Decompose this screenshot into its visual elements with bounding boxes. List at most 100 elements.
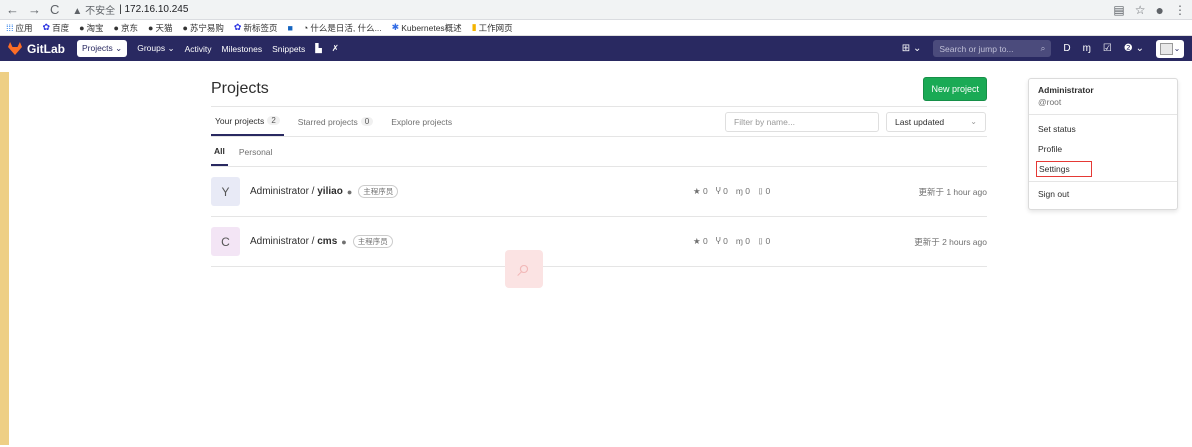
nav-milestones[interactable]: Milestones [221,44,262,54]
stars-count[interactable]: ★ 0 [693,236,708,247]
menu-settings[interactable]: Settings [1036,161,1092,177]
address-bar[interactable]: | 172.16.10.245 [119,4,188,15]
title-row: Projects New project [211,72,987,107]
chevron-down-icon: ⌄ [1173,44,1181,53]
bookmark-taobao[interactable]: ● 淘宝 [79,22,103,34]
bookmark-kubernetes[interactable]: ✱ Kubernetes概述 [392,22,462,34]
bookmark-jd[interactable]: ● 京东 [114,22,138,34]
left-edge-bar [0,72,9,445]
tanuki-icon [8,42,22,55]
globe-icon: ● [346,186,353,197]
project-avatar[interactable]: C [211,227,240,256]
project-row[interactable]: C Administrator / cms ● 主程序员 ★ 0 Ⴤ 0 ɱ 0… [211,217,987,267]
user-avatar-dropdown[interactable]: ⌄ [1156,39,1184,58]
bookmark-baidu[interactable]: ✿ 百度 [43,22,70,34]
user-name: Administrator [1038,85,1094,95]
menu-profile[interactable]: Profile [1029,139,1177,159]
project-row[interactable]: Y Administrator / yiliao ● 主程序员 ★ 0 Ⴤ 0 … [211,167,987,217]
projects-content: Projects New project Your projects 2 Sta… [211,72,987,267]
menu-divider [1029,181,1177,182]
search-placeholder: Search or jump to... [939,43,1014,54]
merge-requests-icon[interactable]: ɱ [1083,43,1091,54]
issues-icon[interactable]: D [1063,43,1070,54]
forks-count[interactable]: Ⴤ 0 [716,186,728,197]
bookmark-blue-icon[interactable]: ■ [287,23,292,33]
user-handle: @root [1038,97,1062,107]
count-badge: 0 [360,117,374,126]
nav-projects[interactable]: Projects ⌄ [77,40,128,57]
menu-settings-row[interactable]: Settings [1029,159,1177,179]
tab-starred-projects[interactable]: Starred projects 0 [294,107,377,136]
filter-input[interactable]: Filter by name... [725,112,879,132]
bookmark-work[interactable]: ▮ 工作网页 [472,22,513,34]
forward-icon[interactable]: → [28,2,41,17]
tab-explore-projects[interactable]: Explore projects [387,107,456,136]
updated-time: 更新于 1 hour ago [918,186,987,197]
project-name: cms [317,236,338,247]
project-tabs: Your projects 2 Starred projects 0 Explo… [211,107,987,137]
nav-groups[interactable]: Groups ⌄ [137,43,174,54]
account-icon[interactable]: ● [1156,2,1164,18]
project-stats: ★ 0 Ⴤ 0 ɱ 0 ⌷ 0 [693,186,770,197]
menu-set-status[interactable]: Set status [1029,119,1177,139]
issues-count[interactable]: ⌷ 0 [758,236,770,247]
project-namespace: Administrator / [250,186,318,197]
bookmark-newtab[interactable]: ✿ 新标签页 [234,22,278,34]
star-icon[interactable]: ☆ [1135,3,1146,17]
issues-count[interactable]: ⌷ 0 [758,186,770,197]
project-namespace: Administrator / [250,236,318,247]
count-badge: 2 [267,116,280,125]
nav-snippets[interactable]: Snippets [272,44,305,54]
tab-your-projects[interactable]: Your projects 2 [211,107,284,136]
sort-dropdown[interactable]: Last updated ⌄ [886,112,986,132]
role-badge: 主程序员 [352,235,393,248]
project-name: yiliao [317,186,343,197]
gitlab-navbar: GitLab Projects ⌄ Groups ⌄ Activity Mile… [0,36,1192,61]
wrench-icon[interactable]: ✗ [332,43,339,54]
page-title: Projects [211,80,269,97]
gitlab-logo[interactable]: GitLab [8,42,65,56]
url-text: 172.16.10.245 [124,4,189,15]
nav-activity[interactable]: Activity [185,44,212,54]
project-stats: ★ 0 Ⴤ 0 ɱ 0 ⌷ 0 [693,236,770,247]
bookmark-dau[interactable]: ◔ 什么是日活, 什么... [303,22,382,34]
globe-icon: ● [341,236,347,247]
project-title[interactable]: Administrator / yiliao ● 主程序员 [250,185,399,198]
tab-label: Starred projects [297,116,358,127]
subtab-all[interactable]: All [211,137,228,166]
back-icon[interactable]: ← [6,2,19,17]
user-info: Administrator @root [1029,79,1177,115]
project-avatar[interactable]: Y [211,177,240,206]
stars-count[interactable]: ★ 0 [693,186,708,197]
help-dropdown[interactable]: ❷ ⌄ [1124,43,1144,54]
tab-label: Explore projects [391,116,453,127]
role-badge: 主程序员 [358,185,399,198]
bookmark-suning[interactable]: ● 苏宁易购 [182,22,223,34]
translate-icon[interactable]: ▤ [1113,3,1124,17]
new-project-button[interactable]: New project [923,77,987,101]
reload-icon[interactable]: C [50,2,59,17]
search-icon: ⌕ [1040,43,1046,53]
plus-dropdown[interactable]: ⊞ ⌄ [902,43,922,54]
todos-icon[interactable]: ☑ [1103,43,1112,54]
avatar [1159,42,1173,55]
search-input[interactable]: Search or jump to... ⌕ [933,40,1052,57]
merge-requests-count[interactable]: ɱ 0 [736,186,750,197]
menu-sign-out[interactable]: Sign out [1029,184,1177,204]
updated-time: 更新于 2 hours ago [914,236,987,247]
sort-label: Last updated [895,117,945,127]
merge-requests-count[interactable]: ɱ 0 [736,236,750,247]
project-title[interactable]: Administrator / cms ● 主程序员 [250,235,393,248]
chart-icon[interactable]: ▙ [315,43,322,54]
page-body: Projects New project Your projects 2 Sta… [0,72,1192,447]
bookmarks-bar: ⁞⁞⁞ 应用 ✿ 百度 ● 淘宝 ● 京东 ● 天猫 ● 苏宁易购 ✿ 新标签页 ■ ◔ 什么是… [0,20,1192,36]
bookmark-apps[interactable]: ⁞⁞⁞ 应用 [6,22,33,34]
tab-label: Your projects [215,115,265,126]
bookmark-tmall[interactable]: ● 天猫 [148,22,172,34]
menu-icon[interactable]: ⋮ [1174,3,1186,17]
forks-count[interactable]: Ⴤ 0 [716,236,728,247]
subtab-personal[interactable]: Personal [236,137,276,166]
security-warning[interactable]: ▲ 不安全 [72,2,115,17]
brand-name: GitLab [27,41,65,56]
search-overlay-icon: ⌕ [505,250,543,288]
